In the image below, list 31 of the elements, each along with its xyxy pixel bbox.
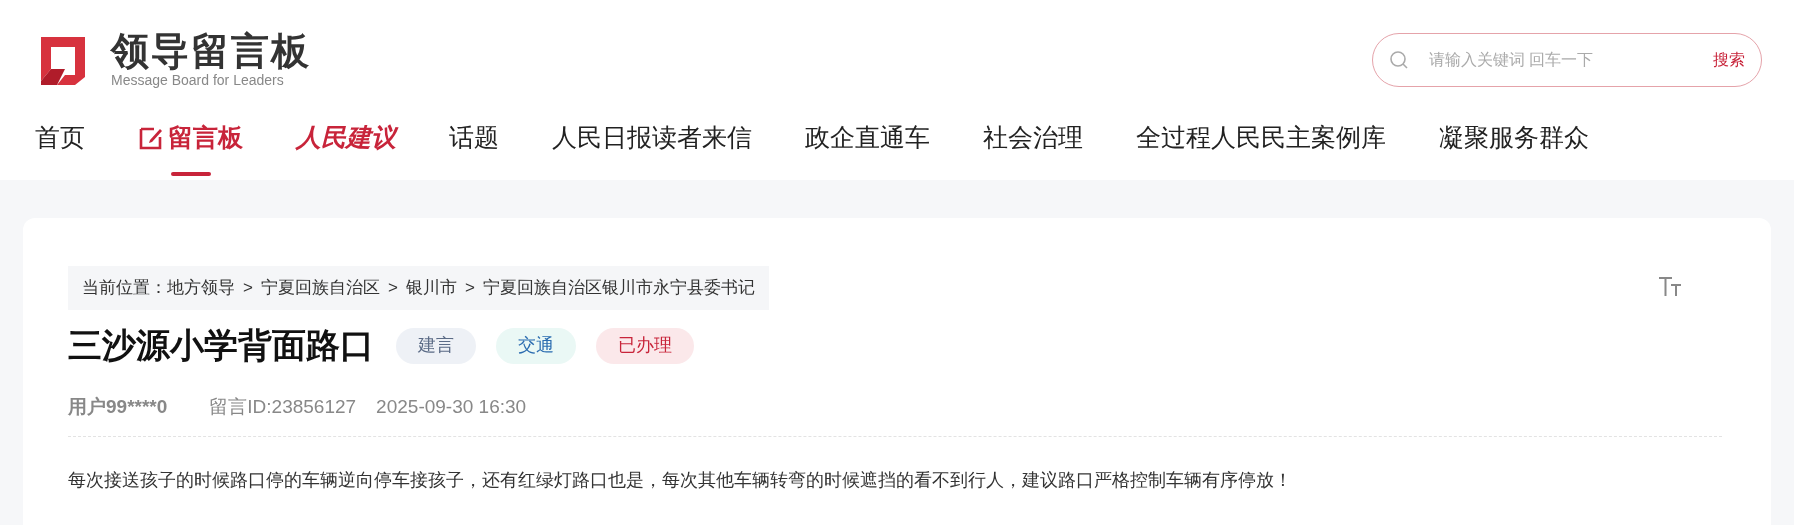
nav-link[interactable]: 全过程人民民主案例库 xyxy=(1136,96,1386,180)
tag: 建言 xyxy=(396,327,476,364)
breadcrumb-link[interactable]: 地方领导 xyxy=(167,275,235,301)
logo-title: 领导留言板 xyxy=(111,31,311,71)
nav-link[interactable]: 政企直通车 xyxy=(805,96,930,180)
breadcrumb-link[interactable]: 宁夏回族自治区银川市永宁县委书记 xyxy=(482,275,755,301)
nav-link[interactable]: 凝聚服务群众 xyxy=(1439,96,1589,180)
font-size-button[interactable] xyxy=(1658,276,1682,298)
nav-link[interactable]: 人民日报读者来信 xyxy=(552,96,752,180)
message-body: 每次接送孩子的时候路口停的车辆逆向停车接孩子，还有红绿灯路口也是，每次其他车辆转弯的时候遮挡的看不到行人，建议路口严格控制车辆有序停放！ xyxy=(68,468,1293,492)
breadcrumb-separator: > xyxy=(243,277,253,300)
breadcrumb-separator: > xyxy=(464,277,475,300)
edit-icon xyxy=(138,125,164,151)
breadcrumb-link[interactable]: 银川市 xyxy=(405,275,457,301)
breadcrumb-label: 当前位置： xyxy=(82,277,167,300)
logo-subtitle: Message Board for Leaders xyxy=(111,71,285,89)
tag: 已办理 xyxy=(596,327,694,364)
post-time: 2025-09-30 16:30 xyxy=(376,395,527,419)
font-size-icon xyxy=(1658,276,1682,298)
username: 用户99****0 xyxy=(68,395,168,419)
nav-link[interactable]: 留言板 xyxy=(138,96,243,180)
tag: 交通 xyxy=(496,327,576,364)
breadcrumb-link[interactable]: 宁夏回族自治区 xyxy=(260,275,380,301)
nav-link[interactable]: 首页 xyxy=(35,96,85,180)
message-title: 三沙源小学背面路口 xyxy=(68,325,374,366)
search-button[interactable]: 搜索 xyxy=(1713,48,1745,72)
nav-link[interactable]: 话题 xyxy=(449,96,499,180)
search-icon xyxy=(1389,50,1409,70)
breadcrumb-separator: > xyxy=(387,277,398,300)
nav-link[interactable]: 社会治理 xyxy=(983,96,1083,180)
message-id: 留言ID:23856127 xyxy=(209,395,357,419)
